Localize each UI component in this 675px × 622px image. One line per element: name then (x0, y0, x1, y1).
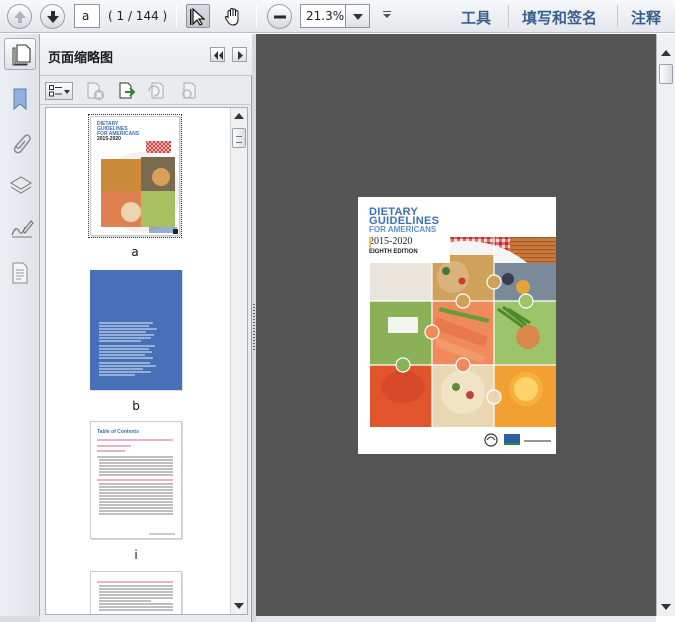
scroll-down-icon[interactable] (234, 603, 244, 609)
signatures-nav-button[interactable] (4, 212, 36, 244)
hand-icon (224, 7, 239, 26)
status-strip (256, 616, 656, 622)
thumb-cover-image (101, 141, 179, 234)
panel-header: 页面缩略图 (40, 34, 252, 76)
zoom-dropdown-button[interactable] (346, 4, 370, 28)
bookmarks-nav-button[interactable] (4, 82, 36, 114)
thumbnail-page-ii[interactable] (90, 571, 182, 614)
panel-toolbar (40, 77, 252, 105)
thumbnail-page-b[interactable] (90, 270, 182, 390)
comment-button[interactable]: 注释 (631, 7, 661, 28)
main-toolbar: a ( 1 / 144 ) 21.3% 工具 填写和签名 注释 (0, 0, 675, 33)
thumbnail-options-button[interactable] (45, 82, 73, 100)
double-chevron-left-icon (214, 51, 223, 60)
page-number-input[interactable]: a (74, 4, 100, 28)
thumbnail-label: b (132, 399, 140, 413)
delete-page-button[interactable] (84, 81, 106, 101)
delete-page-icon (87, 82, 104, 100)
thumbnail-scrollbar[interactable] (230, 108, 247, 614)
toolbar-divider (617, 5, 618, 27)
toolbar-divider (176, 5, 177, 27)
extract-page-icon (148, 82, 164, 99)
thumbnails-panel: 页面缩略图 DIETARY GUIDELINES FOR AMERICANS 2… (40, 34, 252, 622)
bookmark-icon (13, 88, 27, 111)
next-page-button[interactable] (40, 4, 65, 29)
attachments-nav-button[interactable] (4, 126, 36, 158)
toolbar-divider (256, 5, 257, 27)
minus-icon (274, 15, 286, 19)
signature-icon (11, 220, 34, 238)
thumbnail-page-a[interactable]: DIETARY GUIDELINES FOR AMERICANS 2015-20… (88, 114, 182, 238)
pages-icon (12, 44, 31, 66)
arrow-down-icon (47, 11, 59, 23)
thumb-blue-page-text (99, 322, 157, 376)
page-thumbnails-nav-button[interactable] (4, 38, 36, 70)
replace-page-icon (182, 82, 196, 99)
scrollbar-thumb[interactable] (659, 64, 673, 84)
rotate-page-button[interactable] (116, 81, 138, 101)
thumb-toc-lines (97, 581, 173, 611)
scroll-down-icon[interactable] (661, 604, 671, 610)
content-nav-button[interactable] (4, 256, 36, 288)
list-options-icon (49, 85, 62, 97)
cover-title-line3: FOR AMERICANS (369, 225, 437, 234)
replace-page-button[interactable] (178, 81, 200, 101)
cover-edition: EIGHTH EDITION (369, 249, 418, 255)
thumbnail-label: i (134, 548, 138, 562)
rotate-page-icon (119, 82, 136, 99)
thumbnail-label: a (131, 245, 139, 259)
scrollbar-thumb[interactable] (232, 128, 246, 148)
navigation-pane-strip (0, 34, 40, 622)
zoom-input[interactable]: 21.3% (300, 4, 346, 28)
document-icon (12, 262, 28, 284)
thumb-toc-lines (97, 439, 175, 535)
scroll-up-icon[interactable] (661, 50, 671, 56)
expand-panel-button[interactable] (232, 47, 247, 62)
layers-icon (10, 176, 32, 194)
fill-and-sign-button[interactable]: 填写和签名 (522, 7, 597, 28)
paperclip-icon (13, 134, 31, 154)
cover-title: DIETARY GUIDELINES FOR AMERICANS 2015-20… (369, 207, 439, 256)
cover-year: 2015-2020 (369, 236, 413, 247)
status-strip-left (0, 616, 40, 622)
toolbar-divider (508, 5, 509, 27)
panel-title: 页面缩略图 (48, 51, 114, 66)
scroll-up-icon[interactable] (234, 113, 244, 119)
cursor-icon (190, 8, 206, 26)
chevron-right-icon (238, 51, 243, 60)
hand-tool-button[interactable] (220, 4, 244, 28)
thumbnail-list[interactable]: DIETARY GUIDELINES FOR AMERICANS 2015-20… (45, 107, 248, 615)
document-page-cover: DIETARY GUIDELINES FOR AMERICANS 2015-20… (358, 197, 556, 454)
page-count: ( 1 / 144 ) (108, 9, 168, 23)
document-view[interactable]: DIETARY GUIDELINES FOR AMERICANS 2015-20… (256, 34, 656, 616)
zoom-out-button[interactable] (267, 4, 292, 29)
layers-nav-button[interactable] (4, 169, 36, 201)
toolbar-menu-arrow-icon[interactable] (382, 11, 392, 21)
select-tool-button[interactable] (186, 4, 210, 28)
collapse-panel-button[interactable] (210, 47, 225, 62)
arrow-up-icon (14, 11, 26, 23)
cover-accent-bar (369, 237, 371, 248)
previous-page-button[interactable] (7, 4, 32, 29)
extract-page-button[interactable] (146, 81, 168, 101)
usda-logo-text: USDA (504, 429, 520, 435)
tools-button[interactable]: 工具 (461, 7, 491, 28)
thumbnail-page-i[interactable]: Table of Contents (90, 421, 182, 539)
document-scrollbar[interactable] (656, 34, 675, 616)
